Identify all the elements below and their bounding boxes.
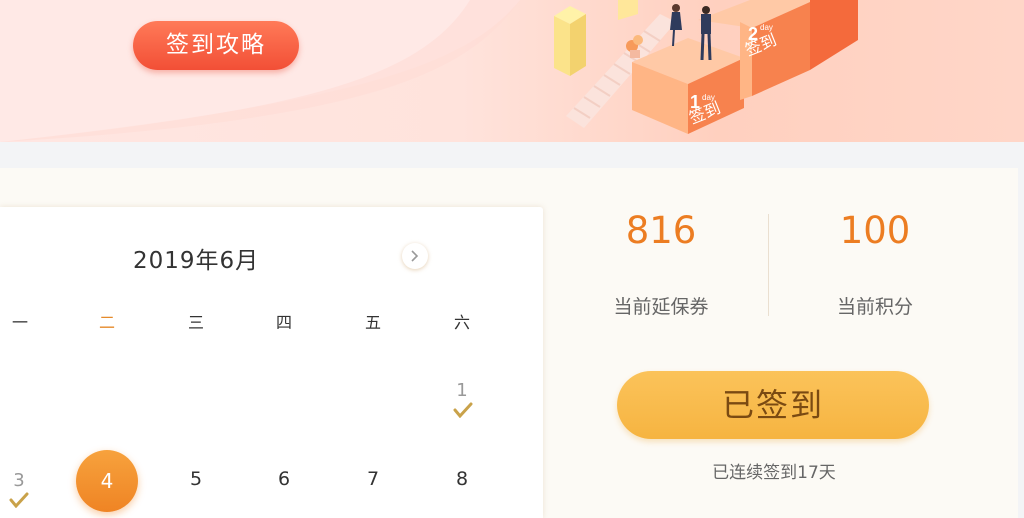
signin-streak-text: 已连续签到17天 <box>712 463 836 483</box>
chevron-right-icon <box>411 250 419 262</box>
signin-banner: 签到攻略 1 day 签到 2 day 签到 <box>0 0 1024 142</box>
calendar-day-today[interactable]: 4 <box>76 450 138 512</box>
signin-strategy-button[interactable]: 签到攻略 <box>133 21 299 70</box>
calendar-day[interactable]: 3 <box>0 470 39 491</box>
stats-divider <box>768 214 769 316</box>
weekday-mon: 一 <box>11 313 28 332</box>
calendar-day[interactable]: 7 <box>353 468 393 490</box>
weekday-tue: 二 <box>98 313 115 332</box>
signin-steps-illustration: 1 day 签到 2 day 签到 <box>554 0 858 134</box>
weekday-sat: 六 <box>453 313 470 332</box>
points-count: 100 <box>839 209 911 252</box>
calendar-day[interactable]: 8 <box>442 468 482 490</box>
signed-check-icon <box>453 402 473 418</box>
signed-in-button[interactable]: 已签到 <box>617 371 929 439</box>
signed-check-icon <box>9 492 29 508</box>
section-gap <box>0 142 1024 168</box>
calendar-day[interactable]: 5 <box>176 468 216 490</box>
calendar-day[interactable]: 6 <box>264 468 304 490</box>
calendar-day[interactable]: 1 <box>442 380 482 401</box>
weekday-thu: 四 <box>275 313 292 332</box>
points-label: 当前积分 <box>836 296 913 318</box>
coupon-label: 当前延保券 <box>613 296 709 318</box>
weekday-fri: 五 <box>364 313 381 332</box>
weekday-wed: 三 <box>187 313 204 332</box>
coupon-count: 816 <box>625 209 697 252</box>
calendar-month-title: 2019年6月 <box>133 248 260 274</box>
next-month-button[interactable] <box>402 243 428 269</box>
